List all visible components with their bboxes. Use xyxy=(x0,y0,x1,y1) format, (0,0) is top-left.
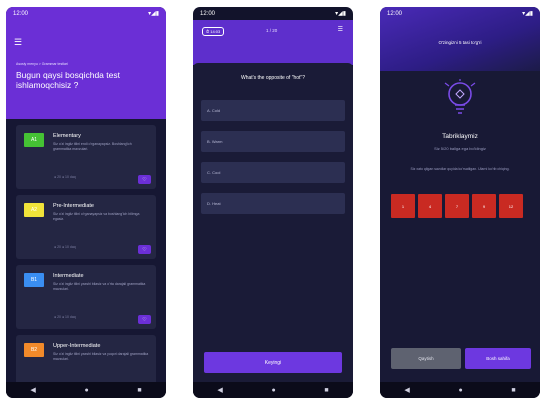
recents-nav-icon[interactable]: ■ xyxy=(324,387,328,394)
level-description: Siz o'zi ingliz tilini endi o'rganayapsi… xyxy=(53,142,132,151)
level-meta: ● 20 ● 10 daq xyxy=(54,315,76,319)
breadcrumb: Asosiy menyu > Grammar testlari xyxy=(16,62,68,66)
answer-option[interactable]: D. Heat xyxy=(201,193,345,214)
level-meta: ● 20 ● 10 daq xyxy=(54,175,76,179)
status-icons: ▾◢▮ xyxy=(522,11,533,17)
status-icons: ▾◢▮ xyxy=(148,11,159,17)
status-time: 12:00 xyxy=(200,10,216,17)
level-title: Upper-Intermediate xyxy=(53,343,101,349)
home-nav-icon[interactable]: ● xyxy=(271,387,275,394)
answer-option[interactable]: C. Cool xyxy=(201,162,345,183)
home-nav-icon[interactable]: ● xyxy=(458,387,462,394)
start-level-button[interactable]: ♡ xyxy=(138,245,151,254)
lightbulb-icon xyxy=(444,79,476,114)
back-button[interactable]: Qaytish xyxy=(391,348,461,369)
level-card-intermediate[interactable]: B1 Intermediate Siz o'zi ingliz tilini y… xyxy=(16,265,156,329)
level-title: Elementary xyxy=(53,133,81,139)
mistakes-note: Siz xato qilgan savollar quyida ko'rsati… xyxy=(410,167,510,171)
level-card-elementary[interactable]: A1 Elementary Siz o'zi ingliz tilini end… xyxy=(16,125,156,189)
back-nav-icon[interactable]: ◀ xyxy=(404,386,409,394)
level-description: Siz o'zi ingliz tilini o'rganayapsiz va … xyxy=(53,212,140,221)
mistake-item[interactable]: 1 xyxy=(391,194,415,218)
back-nav-icon[interactable]: ◀ xyxy=(30,386,35,394)
home-button[interactable]: Bosh sahifa xyxy=(465,348,531,369)
status-time: 12:00 xyxy=(13,10,29,17)
recents-nav-icon[interactable]: ■ xyxy=(511,387,515,394)
android-nav-bar: ◀ ● ■ xyxy=(193,382,353,398)
home-nav-icon[interactable]: ● xyxy=(84,387,88,394)
answer-option[interactable]: A. Cold xyxy=(201,100,345,121)
mistake-item[interactable]: 4 xyxy=(418,194,442,218)
start-level-button[interactable]: ♡ xyxy=(138,175,151,184)
levels-screen: 12:00 ▾◢▮ ☰ Asosiy menyu > Grammar testl… xyxy=(6,7,166,398)
quiz-screen: 12:00 ▾◢▮ ⏱ 14:03 1 / 20 ☰ What's the op… xyxy=(193,7,353,398)
mistakes-list: 1 4 7 9 12 xyxy=(391,194,523,218)
score-text: Siz 5/20 ballga ega bo'ldingiz xyxy=(434,146,486,151)
status-time: 12:00 xyxy=(387,10,403,17)
menu-icon[interactable]: ☰ xyxy=(14,37,22,48)
level-description: Siz o'zi ingliz tilini yaxshi bilasiz va… xyxy=(53,352,149,361)
level-description: Siz o'zi ingliz tilini yaxshi bilasiz va… xyxy=(53,282,146,291)
next-button[interactable]: Keyingi xyxy=(204,352,342,373)
level-title: Pre-Intermediate xyxy=(53,203,94,209)
status-bar: 12:00 ▾◢▮ xyxy=(380,7,540,20)
congrats-title: Tabriklaymiz xyxy=(442,133,478,140)
recents-nav-icon[interactable]: ■ xyxy=(137,387,141,394)
status-bar: 12:00 ▾◢▮ xyxy=(6,7,166,20)
answer-option[interactable]: B. Warm xyxy=(201,131,345,152)
status-icons: ▾◢▮ xyxy=(335,11,346,17)
result-screen: 12:00 ▾◢▮ O'zingizni 5 tasi to'g'ri Tabr… xyxy=(380,7,540,398)
level-title: Intermediate xyxy=(53,273,84,279)
mistake-item[interactable]: 7 xyxy=(445,194,469,218)
mistake-item[interactable]: 9 xyxy=(472,194,496,218)
back-nav-icon[interactable]: ◀ xyxy=(217,386,222,394)
level-badge: A1 xyxy=(24,133,44,147)
question-counter: 1 / 20 xyxy=(266,28,278,33)
page-title: Bugun qaysi bosqichda test ishlamoqchisi… xyxy=(16,70,120,90)
android-nav-bar: ◀ ● ■ xyxy=(380,382,540,398)
result-header-text: O'zingizni 5 tasi to'g'ri xyxy=(438,40,482,45)
quiz-top-bar: ⏱ 14:03 1 / 20 ☰ xyxy=(193,20,353,65)
question-text: What's the opposite of "hot"? xyxy=(241,75,305,81)
mistake-item[interactable]: 12 xyxy=(499,194,523,218)
exit-icon[interactable]: ☰ xyxy=(338,26,343,33)
level-badge: B2 xyxy=(24,343,44,357)
level-meta: ● 20 ● 10 daq xyxy=(54,245,76,249)
timer-badge: ⏱ 14:03 xyxy=(202,27,225,36)
status-bar: 12:00 ▾◢▮ xyxy=(193,7,353,20)
start-level-button[interactable]: ♡ xyxy=(138,315,151,324)
level-card-pre-intermediate[interactable]: A2 Pre-Intermediate Siz o'zi ingliz tili… xyxy=(16,195,156,259)
level-badge: B1 xyxy=(24,273,44,287)
level-badge: A2 xyxy=(24,203,44,217)
android-nav-bar: ◀ ● ■ xyxy=(6,382,166,398)
quiz-panel: What's the opposite of "hot"? A. Cold B.… xyxy=(193,63,353,382)
